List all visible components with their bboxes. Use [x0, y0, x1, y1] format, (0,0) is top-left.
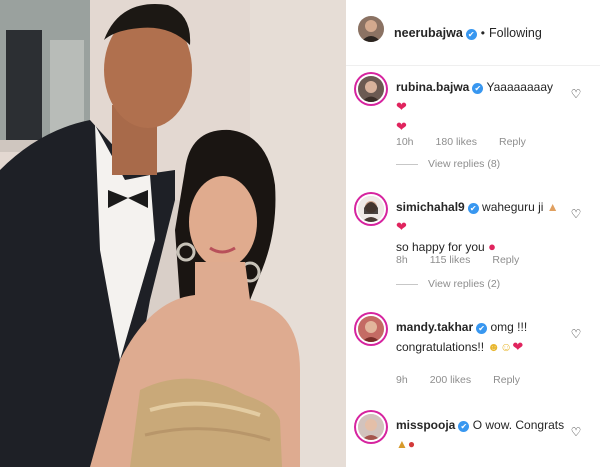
commenter-avatar[interactable] [358, 316, 384, 342]
verified-badge-icon: ✔ [467, 203, 479, 214]
comments-panel: neerubajwa ✔ • Following rubina.bajwa ✔ Yaaa… [346, 0, 600, 467]
heart-emoji-icon: ❤ [396, 99, 407, 114]
comment-text: rubina.bajwa ✔ Yaaaaaaaay ❤ ❤ [396, 78, 566, 137]
hug-emoji-icon: ☺ [500, 340, 513, 354]
comment-meta: 10h 180 likes Reply [396, 136, 548, 148]
like-comment-heart-icon[interactable]: ♡ [570, 208, 582, 220]
comment-text: mandy.takhar ✔ omg !!! congratulations!! … [396, 318, 566, 357]
comment-body: Yaaaaaaaay [486, 80, 553, 94]
heart-emoji-icon: ❤ [512, 339, 524, 354]
heart-emoji-icon: ❤ [396, 119, 407, 134]
comment-likes[interactable]: 180 likes [436, 136, 477, 148]
comment-meta: 9h 200 likes Reply [396, 374, 542, 386]
comment-item: misspooja ✔ O wow. Congrats ▲● ♡ [346, 408, 600, 467]
post-image [0, 0, 346, 467]
comment-item: mandy.takhar ✔ omg !!! congratulations!! … [346, 310, 600, 400]
author-username[interactable]: neerubajwa [394, 26, 463, 40]
praying-hands-emoji-icon: ▲ [546, 200, 559, 214]
comment-meta: 8h 115 likes Reply [396, 254, 541, 266]
comment-body-line2: congratulations!! [396, 340, 485, 354]
comment-body: waheguru ji [482, 200, 544, 214]
like-comment-heart-icon[interactable]: ♡ [570, 88, 582, 100]
verified-badge-icon: ✔ [476, 323, 488, 334]
reply-button[interactable]: Reply [493, 374, 520, 386]
view-replies[interactable]: View replies (2) [396, 278, 500, 290]
replies-line [396, 163, 418, 165]
comment-likes[interactable]: 200 likes [430, 374, 471, 386]
comment-likes[interactable]: 115 likes [430, 254, 471, 266]
commenter-username[interactable]: simichahal9 [396, 200, 465, 214]
commenter-username[interactable]: misspooja [396, 418, 455, 432]
comment-text: misspooja ✔ O wow. Congrats ▲● [396, 416, 566, 454]
post-photo [0, 0, 346, 467]
separator-dot: • [480, 26, 485, 40]
comment-time: 9h [396, 374, 408, 386]
post-header: neerubajwa ✔ • Following [346, 0, 600, 66]
comment-item: simichahal9 ✔ waheguru ji ▲ ❤ so happy for… [346, 190, 600, 300]
smile-emoji-icon: ☻ [487, 340, 501, 354]
comment-body: O wow. Congrats [472, 418, 565, 432]
commenter-avatar[interactable] [358, 76, 384, 102]
view-replies[interactable]: View replies (8) [396, 158, 500, 170]
following-button[interactable]: Following [489, 26, 542, 40]
view-replies-label[interactable]: View replies (8) [428, 158, 500, 170]
verified-badge-icon: ✔ [458, 421, 470, 432]
commenter-username[interactable]: mandy.takhar [396, 320, 473, 334]
view-replies-label[interactable]: View replies (2) [428, 278, 500, 290]
verified-badge-icon: ✔ [465, 29, 477, 40]
author-line: neerubajwa ✔ • Following [394, 24, 542, 42]
commenter-avatar[interactable] [358, 414, 384, 440]
like-comment-heart-icon[interactable]: ♡ [570, 426, 582, 438]
comment-time: 8h [396, 254, 408, 266]
party-popper-emoji-icon: ▲ [396, 437, 408, 451]
heart-emoji-icon: ❤ [396, 219, 407, 234]
verified-badge-icon: ✔ [472, 83, 484, 94]
reply-button[interactable]: Reply [499, 136, 526, 148]
kiss-lips-emoji-icon: ● [488, 239, 496, 254]
comment-body: omg !!! [490, 320, 528, 334]
comment-item: rubina.bajwa ✔ Yaaaaaaaay ❤ ❤ ♡ 10h 180 li… [346, 70, 600, 180]
reply-button[interactable]: Reply [492, 254, 519, 266]
commenter-username[interactable]: rubina.bajwa [396, 80, 469, 94]
comment-body-line2: so happy for you [396, 240, 485, 254]
comment-time: 10h [396, 136, 414, 148]
comment-text: simichahal9 ✔ waheguru ji ▲ ❤ so happy for… [396, 198, 566, 257]
balloon-emoji-icon: ● [407, 437, 416, 451]
like-comment-heart-icon[interactable]: ♡ [570, 328, 582, 340]
replies-line [396, 283, 418, 285]
commenter-avatar[interactable] [358, 196, 384, 222]
author-avatar[interactable] [358, 16, 384, 42]
